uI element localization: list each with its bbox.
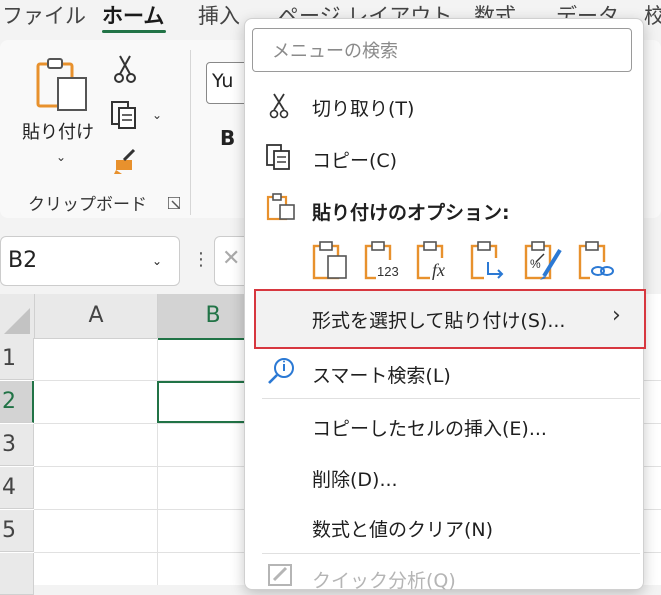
paste-option-link-icon[interactable] — [578, 240, 618, 286]
active-cell-b2[interactable] — [157, 381, 257, 423]
menu-item-clear-contents[interactable]: 数式と値のクリア(N) — [312, 515, 493, 542]
menu-separator — [262, 553, 640, 554]
scissors-icon — [268, 92, 290, 124]
bold-button[interactable]: B — [220, 126, 235, 150]
select-all-corner[interactable] — [0, 294, 35, 339]
menu-item-quick-analysis: クイック分析(Q) — [312, 570, 456, 592]
dialog-launcher-icon[interactable] — [167, 194, 181, 210]
row-header-5[interactable]: 5 — [0, 510, 34, 552]
row-header-3[interactable]: 3 — [0, 424, 34, 466]
row-header-4[interactable]: 4 — [0, 467, 34, 509]
font-name-value: Yu — [212, 70, 234, 92]
paste-label: 貼り付け — [22, 122, 94, 143]
select-all-triangle-icon — [4, 308, 30, 334]
copy-icon — [265, 143, 297, 175]
format-painter-button[interactable] — [112, 146, 142, 180]
paste-option-formulas-icon[interactable]: fx — [416, 240, 456, 286]
copy-button[interactable] — [110, 100, 144, 134]
menu-item-copy[interactable]: コピー(C) — [312, 146, 397, 173]
paste-option-formatting-icon[interactable]: % — [524, 240, 564, 286]
paste-options-icon — [266, 193, 298, 225]
paste-button[interactable] — [34, 56, 90, 112]
menu-item-smart-lookup[interactable]: スマート検索(L) — [312, 361, 451, 388]
menu-separator — [262, 398, 640, 399]
tab-insert[interactable]: 挿入 — [198, 0, 240, 30]
paste-dropdown-chevron-icon[interactable]: ⌄ — [56, 150, 66, 164]
name-box-value: B2 — [8, 248, 38, 273]
cancel-icon[interactable]: ✕ — [222, 246, 240, 271]
clipboard-group-label: クリップボード — [28, 195, 147, 215]
menu-item-cut[interactable]: 切り取り(T) — [312, 94, 414, 121]
name-box-chevron-icon[interactable]: ⌄ — [152, 254, 162, 268]
svg-text:%: % — [530, 257, 541, 271]
paste-option-values-icon[interactable]: 123 — [364, 240, 404, 286]
tab-file[interactable]: ファイル — [2, 0, 86, 30]
copy-icon — [111, 101, 136, 129]
format-painter-icon — [114, 148, 136, 174]
svg-text:fx: fx — [432, 260, 445, 280]
menu-search-placeholder: メニューの検索 — [272, 41, 398, 62]
tab-review[interactable]: 校 — [644, 0, 661, 30]
paste-icon — [36, 58, 87, 111]
scissors-icon — [114, 55, 136, 83]
cut-button[interactable] — [112, 54, 138, 88]
menu-item-delete[interactable]: 削除(D)... — [312, 465, 398, 492]
active-tab-indicator — [102, 30, 166, 33]
tab-home[interactable]: ホーム — [102, 0, 164, 30]
row-header-6[interactable] — [0, 553, 34, 595]
menu-item-insert-copied-cells[interactable]: コピーしたセルの挿入(E)... — [312, 414, 547, 441]
smart-lookup-icon — [266, 356, 298, 390]
paste-special-callout-box — [254, 289, 646, 349]
copy-dropdown-chevron-icon[interactable]: ⌄ — [152, 108, 162, 122]
paste-option-paste-icon[interactable] — [312, 240, 350, 286]
quick-analysis-icon — [266, 562, 296, 592]
paste-option-transpose-icon[interactable] — [470, 240, 510, 286]
gridline — [157, 338, 158, 585]
svg-text:123: 123 — [377, 264, 399, 279]
row-header-2[interactable]: 2 — [0, 381, 34, 423]
more-options-icon[interactable]: ⋮ — [192, 249, 210, 270]
ribbon-group-separator — [190, 50, 191, 215]
paste-options-heading: 貼り付けのオプション: — [312, 202, 510, 224]
row-header-1[interactable]: 1 — [0, 338, 34, 380]
column-header-a[interactable]: A — [35, 294, 158, 339]
